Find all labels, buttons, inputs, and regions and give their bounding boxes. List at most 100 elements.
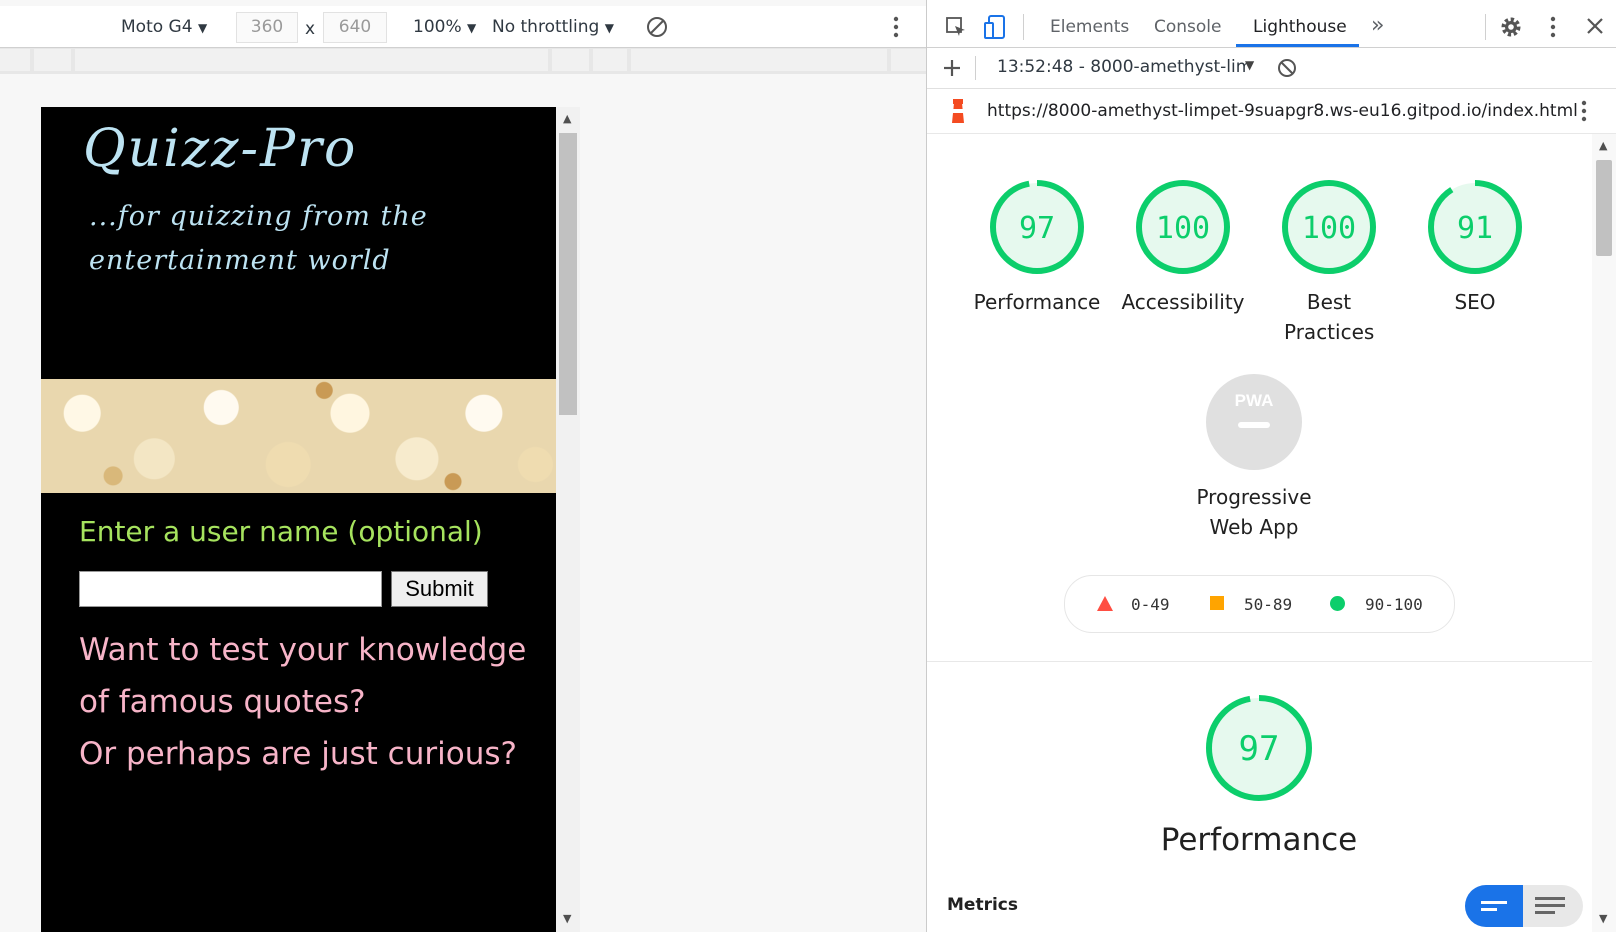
chevron-down-icon: ▼ xyxy=(197,21,208,35)
tab-console[interactable]: Console xyxy=(1154,17,1222,37)
metrics-view-toggle[interactable] xyxy=(1465,885,1583,927)
promo-line: Or perhaps are just curious? xyxy=(79,736,517,772)
lighthouse-url-bar: https://8000-amethyst-limpet-9suapgr8.ws… xyxy=(927,89,1616,134)
scroll-down-arrow-icon[interactable]: ▼ xyxy=(1599,912,1607,925)
gauge-best-practices[interactable]: 100 Best Practices xyxy=(1263,177,1395,347)
username-label: Enter a user name (optional) xyxy=(79,515,483,548)
score-value: 100 xyxy=(1156,211,1210,246)
ruler-segment[interactable] xyxy=(552,49,589,71)
site-title: Quizz-Pro xyxy=(83,119,358,179)
score-legend: 0-49 50-89 90-100 xyxy=(1064,575,1455,633)
tab-lighthouse[interactable]: Lighthouse xyxy=(1253,17,1347,37)
report-selector-label: 13:52:48 - 8000-amethyst-limp xyxy=(997,57,1247,77)
more-options-icon[interactable] xyxy=(892,16,900,38)
scroll-down-arrow-icon[interactable]: ▼ xyxy=(563,912,571,925)
scroll-up-arrow-icon[interactable]: ▲ xyxy=(563,112,571,125)
devtools-pane: Elements Console Lighthouse » 13:52:48 -… xyxy=(927,0,1616,932)
audited-url[interactable]: https://8000-amethyst-limpet-9suapgr8.ws… xyxy=(987,101,1578,121)
viewport-scrollbar-thumb[interactable] xyxy=(559,133,577,415)
ruler-segment[interactable] xyxy=(0,49,30,71)
times-sign: x xyxy=(305,19,316,39)
ruler-segment[interactable] xyxy=(75,49,548,71)
submit-button[interactable]: Submit xyxy=(391,571,488,607)
performance-section-gauge: 97 Performance xyxy=(1154,692,1364,858)
device-select[interactable]: Moto G4 ▼ xyxy=(121,17,207,37)
score-value: 97 xyxy=(1239,729,1280,769)
ruler-segment[interactable] xyxy=(631,49,887,71)
section-divider xyxy=(927,661,1592,662)
scroll-up-arrow-icon[interactable]: ▲ xyxy=(1599,139,1607,152)
site-tagline: ...for quizzing from the entertainment w… xyxy=(89,201,428,276)
lighthouse-report-bar: 13:52:48 - 8000-amethyst-limp ▼ xyxy=(927,48,1616,89)
score-value: 91 xyxy=(1457,211,1493,246)
chevron-down-icon[interactable]: ▼ xyxy=(1245,58,1254,72)
close-icon[interactable] xyxy=(1586,17,1604,35)
device-label: Moto G4 xyxy=(121,17,193,37)
report-scrollbar-thumb[interactable] xyxy=(1596,160,1612,256)
gauge-pwa[interactable]: PWA Progressive Web App xyxy=(1174,372,1334,542)
average-square-icon xyxy=(1210,596,1224,610)
legend-range: 90-100 xyxy=(1365,595,1423,614)
emulated-viewport: Quizz-Pro ...for quizzing from the enter… xyxy=(41,107,556,932)
inspect-element-icon[interactable] xyxy=(944,15,968,39)
throttling-label: No throttling xyxy=(492,17,600,37)
legend-range: 50-89 xyxy=(1244,595,1293,614)
devtools-menu-icon[interactable] xyxy=(1549,16,1557,38)
ruler-segment[interactable] xyxy=(34,49,71,71)
report-menu-icon[interactable] xyxy=(1580,100,1588,122)
toolbar-separator xyxy=(1485,14,1486,40)
compact-view-button[interactable] xyxy=(1465,885,1523,927)
lighthouse-logo-icon xyxy=(952,99,964,123)
score-label: Performance xyxy=(973,290,1101,314)
zoom-label: 100% xyxy=(413,17,462,37)
score-ring: 100 xyxy=(1282,180,1376,274)
score-ring: 100 xyxy=(1136,180,1230,274)
promo-text: Want to test your knowledge of famous qu… xyxy=(79,624,529,780)
score-ring: 91 xyxy=(1428,180,1522,274)
pass-circle-icon xyxy=(1330,596,1345,611)
device-toggle-icon[interactable] xyxy=(983,14,1007,40)
device-toolbar: Moto G4 ▼ 360 x 640 100% ▼ No throttling… xyxy=(0,6,926,48)
username-input[interactable] xyxy=(79,571,382,607)
score-label: Accessibility xyxy=(1121,290,1245,314)
promo-line: Want to test your knowledge of famous qu… xyxy=(79,632,527,720)
more-tabs-icon[interactable]: » xyxy=(1371,13,1384,38)
gauge-seo[interactable]: 91 SEO xyxy=(1409,177,1541,317)
pwa-label: Progressive Web App xyxy=(1196,485,1312,539)
active-tab-indicator xyxy=(1236,44,1359,47)
report-selector[interactable]: 13:52:48 - 8000-amethyst-limp xyxy=(997,57,1247,77)
pwa-badge-text: PWA xyxy=(1235,391,1274,410)
expanded-lines-icon[interactable] xyxy=(1535,896,1565,916)
ruler-segment[interactable] xyxy=(891,49,926,71)
fail-triangle-icon xyxy=(1097,596,1113,611)
score-label: Best Practices xyxy=(1284,290,1375,344)
score-value: 97 xyxy=(1019,211,1055,246)
performance-heading: Performance xyxy=(1160,822,1358,858)
height-input[interactable]: 640 xyxy=(323,12,387,43)
rotate-icon[interactable] xyxy=(645,15,669,39)
clear-block-icon[interactable] xyxy=(1277,58,1297,78)
pwa-badge-icon: PWA xyxy=(1206,374,1302,470)
legend-range: 0-49 xyxy=(1131,595,1170,614)
devtools-tabbar: Elements Console Lighthouse » xyxy=(927,6,1616,48)
ruler-segment[interactable] xyxy=(593,49,627,71)
settings-gear-icon[interactable] xyxy=(1499,15,1523,39)
tab-elements[interactable]: Elements xyxy=(1050,17,1129,37)
compact-lines-icon xyxy=(1481,901,1507,911)
popcorn-banner-image xyxy=(41,379,556,493)
media-query-ruler[interactable] xyxy=(0,48,926,74)
toolbar-separator xyxy=(975,56,976,80)
new-report-plus-icon[interactable] xyxy=(943,59,961,77)
metrics-label: Metrics xyxy=(947,895,1018,915)
gauge-accessibility[interactable]: 100 Accessibility xyxy=(1117,177,1249,317)
toolbar-separator xyxy=(1023,14,1024,40)
score-ring: 97 xyxy=(1206,695,1312,801)
score-ring: 97 xyxy=(990,180,1084,274)
chevron-down-icon: ▼ xyxy=(467,21,477,35)
width-input[interactable]: 360 xyxy=(236,12,298,43)
gauge-performance[interactable]: 97 Performance xyxy=(971,177,1103,317)
score-label: SEO xyxy=(1454,290,1496,314)
zoom-select[interactable]: 100% ▼ xyxy=(413,17,476,37)
score-value: 100 xyxy=(1302,211,1356,246)
throttling-select[interactable]: No throttling ▼ xyxy=(492,17,614,37)
